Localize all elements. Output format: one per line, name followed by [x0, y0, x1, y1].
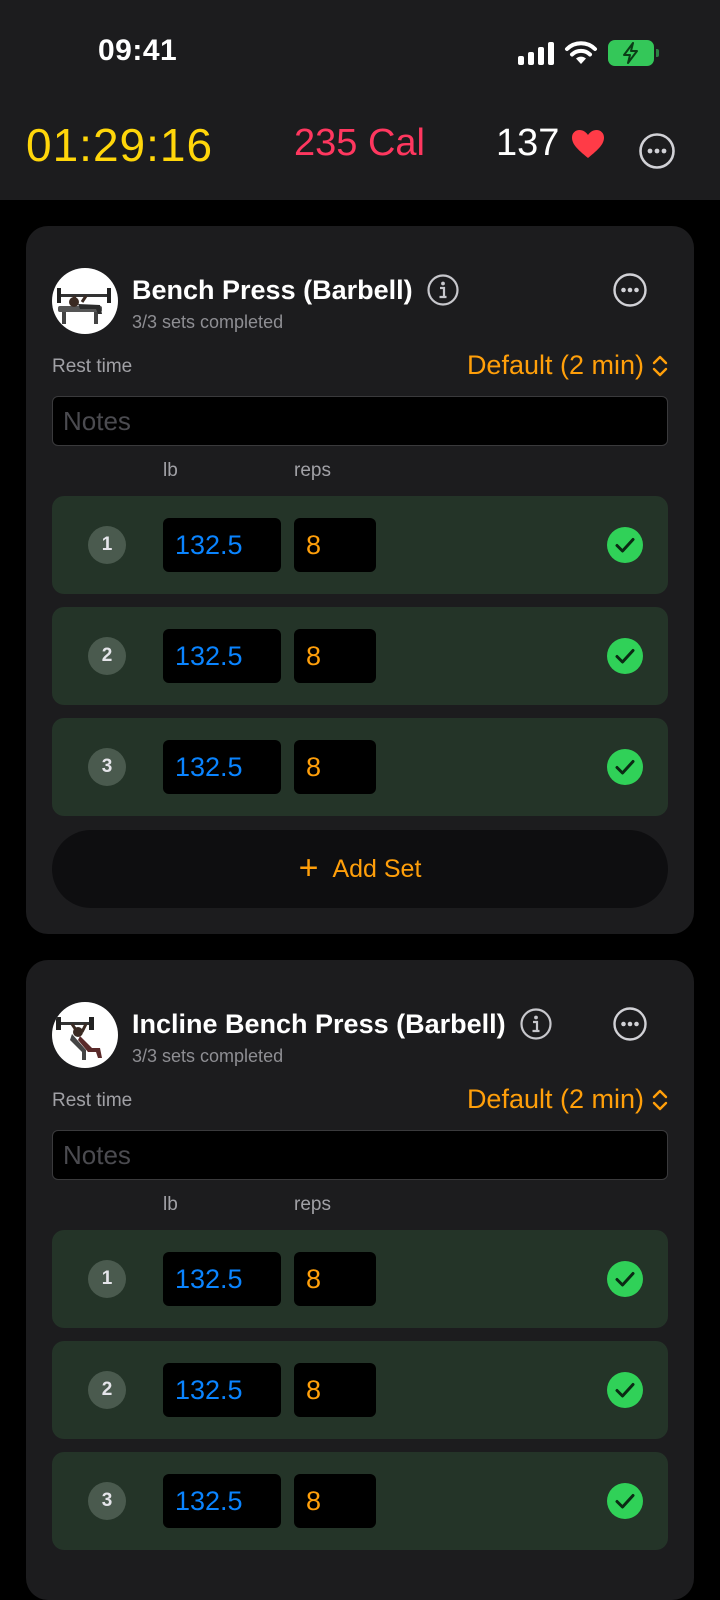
rest-time-value: Default (2 min) [466, 1084, 644, 1114]
set-row: 2 132.5 8 [52, 607, 668, 705]
set-complete-toggle[interactable] [607, 1483, 643, 1519]
battery-charging-icon [608, 40, 659, 66]
set-number[interactable]: 2 [88, 1371, 126, 1409]
column-header-reps: reps [294, 460, 331, 481]
heart-rate: 137 [496, 122, 605, 165]
plus-icon: + [298, 848, 319, 887]
set-row: 1 132.5 8 [52, 496, 668, 594]
set-row: 3 132.5 8 [52, 718, 668, 816]
notes-input[interactable] [52, 396, 668, 446]
chevron-up-down-icon [652, 355, 668, 376]
reps-input[interactable]: 8 [294, 740, 376, 794]
set-complete-toggle[interactable] [607, 1372, 643, 1408]
reps-input[interactable]: 8 [294, 629, 376, 683]
add-set-button[interactable]: + Add Set [52, 830, 668, 908]
set-complete-toggle[interactable] [607, 749, 643, 785]
set-number[interactable]: 3 [88, 748, 126, 786]
workout-header: 09:41 01:29:16 235 Cal 137 [0, 0, 720, 200]
set-row: 3 132.5 8 [52, 1452, 668, 1550]
checkmark-icon [615, 1383, 635, 1398]
reps-input[interactable]: 8 [294, 1252, 376, 1306]
exercise-card: Bench Press (Barbell) 3/3 sets completed… [26, 226, 694, 934]
status-time: 09:41 [98, 34, 178, 67]
info-icon[interactable] [520, 1008, 552, 1040]
set-complete-toggle[interactable] [607, 638, 643, 674]
weight-input[interactable]: 132.5 [163, 1252, 281, 1306]
exercise-more-button[interactable] [612, 272, 648, 313]
workout-more-button[interactable] [638, 132, 676, 175]
exercise-name: Incline Bench Press (Barbell) [132, 1008, 506, 1039]
rest-time-label: Rest time [52, 356, 133, 377]
set-number[interactable]: 1 [88, 1260, 126, 1298]
heart-icon [572, 129, 605, 158]
checkmark-icon [615, 1494, 635, 1509]
checkmark-icon [615, 649, 635, 664]
more-icon [639, 133, 675, 169]
set-row: 2 132.5 8 [52, 1341, 668, 1439]
chevron-up-down-icon [652, 1089, 668, 1110]
exercise-name: Bench Press (Barbell) [132, 274, 413, 305]
checkmark-icon [615, 760, 635, 775]
exercise-title[interactable]: Bench Press (Barbell) [132, 274, 459, 306]
more-icon [613, 273, 647, 307]
weight-input[interactable]: 132.5 [163, 1363, 281, 1417]
calories-counter: 235 Cal [294, 122, 425, 164]
reps-input[interactable]: 8 [294, 1363, 376, 1417]
checkmark-icon [615, 1272, 635, 1287]
weight-input[interactable]: 132.5 [163, 518, 281, 572]
set-number[interactable]: 2 [88, 637, 126, 675]
set-complete-toggle[interactable] [607, 527, 643, 563]
add-set-label: Add Set [332, 854, 422, 883]
set-row: 1 132.5 8 [52, 1230, 668, 1328]
rest-time-selector[interactable]: Default (2 min) [467, 350, 668, 381]
reps-input[interactable]: 8 [294, 518, 376, 572]
exercise-thumbnail[interactable] [52, 1002, 118, 1068]
weight-input[interactable]: 132.5 [163, 740, 281, 794]
info-icon[interactable] [427, 274, 459, 306]
exercise-more-button[interactable] [612, 1006, 648, 1047]
rest-time-selector[interactable]: Default (2 min) [467, 1084, 668, 1115]
more-icon [613, 1007, 647, 1041]
column-header-weight: lb [163, 460, 178, 481]
rest-time-label: Rest time [52, 1090, 133, 1111]
weight-input[interactable]: 132.5 [163, 629, 281, 683]
weight-input[interactable]: 132.5 [163, 1474, 281, 1528]
heart-rate-value: 137 [496, 122, 560, 164]
rest-time-value: Default (2 min) [466, 350, 644, 380]
elapsed-timer: 01:29:16 [26, 119, 214, 171]
notes-input[interactable] [52, 1130, 668, 1180]
reps-input[interactable]: 8 [294, 1474, 376, 1528]
exercise-card: Incline Bench Press (Barbell) 3/3 sets c… [26, 960, 694, 1600]
wifi-icon [565, 41, 597, 64]
checkmark-icon [615, 538, 635, 553]
column-header-weight: lb [163, 1194, 178, 1215]
sets-progress: 3/3 sets completed [132, 312, 284, 332]
exercise-title[interactable]: Incline Bench Press (Barbell) [132, 1008, 552, 1040]
column-header-reps: reps [294, 1194, 331, 1215]
sets-progress: 3/3 sets completed [132, 1046, 284, 1066]
set-complete-toggle[interactable] [607, 1261, 643, 1297]
cellular-signal-icon [518, 41, 554, 65]
exercise-thumbnail[interactable] [52, 268, 118, 334]
set-number[interactable]: 3 [88, 1482, 126, 1520]
status-icons [518, 38, 659, 68]
set-number[interactable]: 1 [88, 526, 126, 564]
